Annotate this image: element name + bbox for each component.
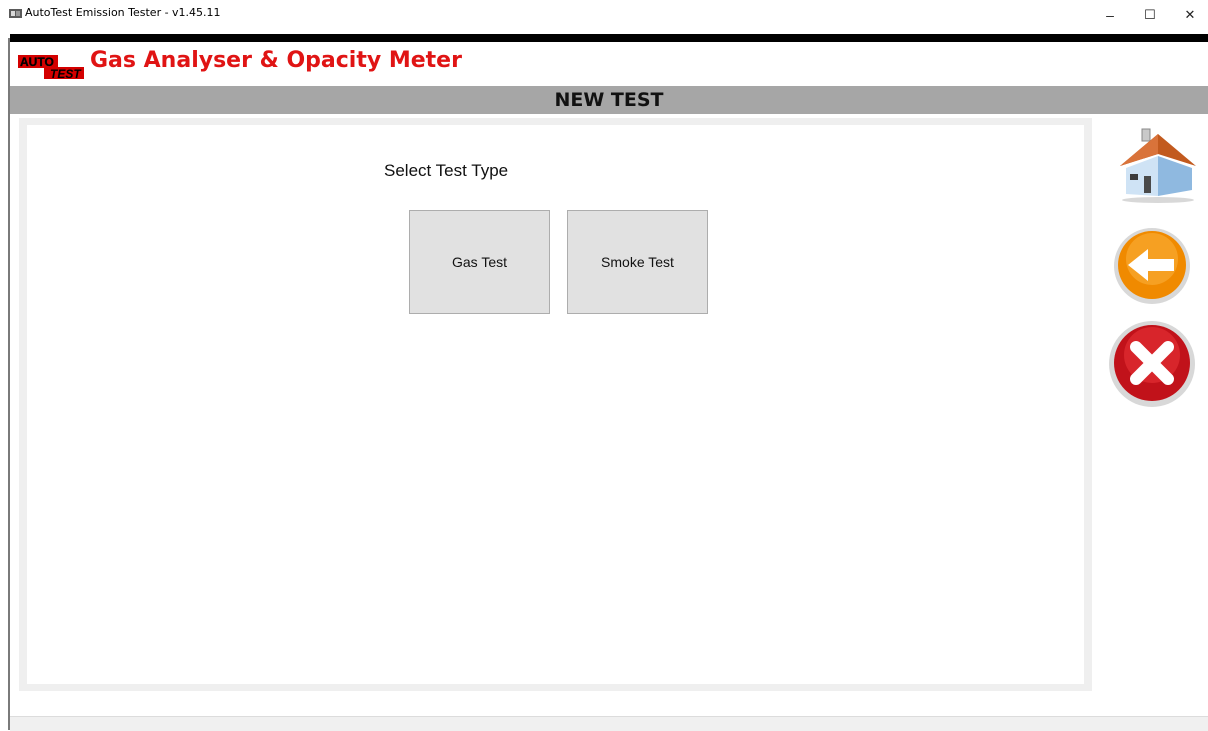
back-arrow-icon	[1114, 228, 1190, 304]
close-icon: ✕	[1184, 7, 1196, 22]
svg-text:TEST: TEST	[50, 67, 82, 79]
gas-test-label: Gas Test	[452, 254, 507, 270]
section-title: NEW TEST	[554, 89, 664, 111]
section-header: NEW TEST	[10, 86, 1208, 114]
minimize-button[interactable]: –	[1096, 4, 1124, 26]
content-area: Select Test Type Gas Test Smoke Test	[27, 125, 1084, 684]
header-divider	[10, 34, 1208, 42]
status-bar	[10, 716, 1208, 731]
smoke-test-label: Smoke Test	[601, 254, 674, 270]
app-icon	[9, 9, 22, 18]
window-title: AutoTest Emission Tester - v1.45.11	[25, 6, 221, 19]
app-title: Gas Analyser & Opacity Meter	[90, 48, 462, 73]
content-panel: Select Test Type Gas Test Smoke Test	[19, 118, 1092, 691]
home-button[interactable]	[1108, 124, 1198, 214]
maximize-button[interactable]: ☐	[1136, 4, 1164, 26]
window-left-border	[8, 38, 10, 730]
svg-text:AUTO: AUTO	[20, 55, 54, 69]
home-icon	[1120, 128, 1196, 203]
app-header: AUTO TEST Gas Analyser & Opacity Meter	[10, 42, 1208, 86]
window-titlebar: AutoTest Emission Tester - v1.45.11 – ☐ …	[0, 0, 1208, 34]
minimize-icon: –	[1106, 7, 1114, 23]
autotest-logo: AUTO TEST	[18, 55, 84, 79]
maximize-icon: ☐	[1144, 7, 1156, 22]
smoke-test-button[interactable]: Smoke Test	[567, 210, 708, 314]
cancel-button[interactable]	[1108, 320, 1198, 410]
close-x-icon	[1109, 321, 1195, 407]
gas-test-button[interactable]: Gas Test	[409, 210, 550, 314]
close-window-button[interactable]: ✕	[1176, 4, 1204, 26]
back-button[interactable]	[1108, 226, 1198, 316]
select-test-type-label: Select Test Type	[384, 161, 509, 180]
